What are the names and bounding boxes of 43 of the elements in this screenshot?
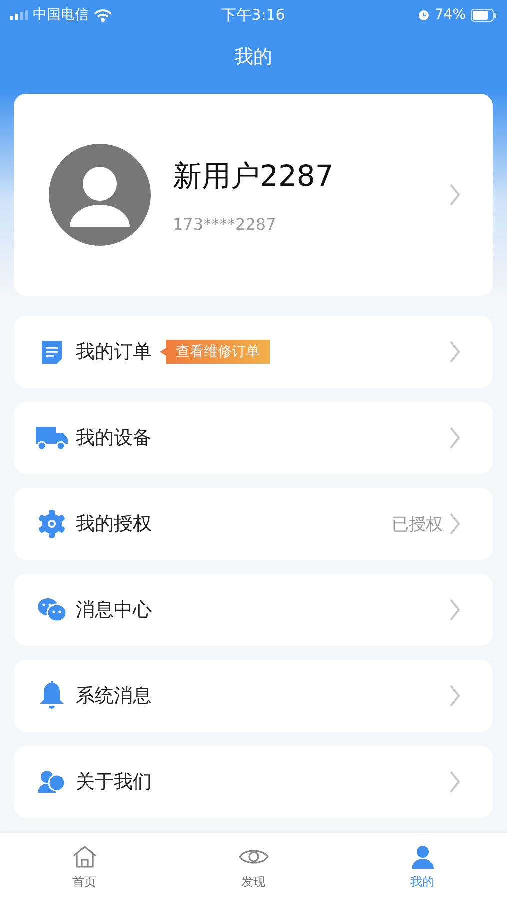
user-name: 新用户2287 (173, 158, 335, 194)
menu-label: 关于我们 (76, 770, 152, 795)
menu-item[interactable]: 我的授权 已授权 (14, 488, 493, 560)
menu-item[interactable]: 消息中心 (14, 574, 493, 646)
chevron-icon (449, 598, 461, 622)
gear-icon (38, 510, 66, 538)
home-icon (72, 845, 98, 869)
avatar-icon (49, 144, 151, 246)
menu-label: 消息中心 (76, 598, 152, 623)
truck-icon (35, 425, 69, 451)
menu-label: 我的设备 (76, 426, 152, 451)
chevron-icon (449, 183, 461, 207)
wifi-icon (94, 8, 112, 22)
tab[interactable]: 首页 (0, 833, 169, 900)
menu-label: 我的授权 (76, 512, 152, 537)
chat-bubbles-icon (37, 597, 67, 623)
chevron-icon (449, 770, 461, 794)
profile-card[interactable]: 新用户2287 173****2287 (14, 94, 493, 296)
menu-item[interactable]: 我的设备 (14, 402, 493, 474)
people-icon (38, 769, 66, 795)
phone-number: 173****2287 (173, 214, 278, 234)
chevron-icon (449, 426, 461, 450)
tab[interactable]: 发现 (169, 833, 338, 900)
eye-icon (238, 847, 268, 867)
status-text: 已授权 (392, 514, 443, 536)
page-title: 我的 (234, 45, 272, 70)
person-icon (410, 845, 434, 869)
clock-time: 下午3:16 (222, 6, 286, 24)
menu-item[interactable]: 关于我们 (14, 746, 493, 818)
chevron-icon (449, 340, 461, 364)
chevron-icon (449, 684, 461, 708)
bell-icon (39, 681, 65, 711)
signal-icon (10, 10, 28, 20)
carrier-name: 中国电信 (33, 6, 89, 24)
menu-label: 系统消息 (76, 684, 152, 709)
battery-icon (471, 8, 497, 22)
alarm-icon (418, 9, 430, 21)
menu-item[interactable]: 我的订单 查看维修订单 (14, 316, 493, 388)
battery-percent: 74% (434, 7, 466, 23)
menu-item[interactable]: 系统消息 (14, 660, 493, 732)
chevron-icon (449, 512, 461, 536)
document-icon (40, 339, 64, 365)
menu-label: 我的订单 (76, 340, 152, 365)
